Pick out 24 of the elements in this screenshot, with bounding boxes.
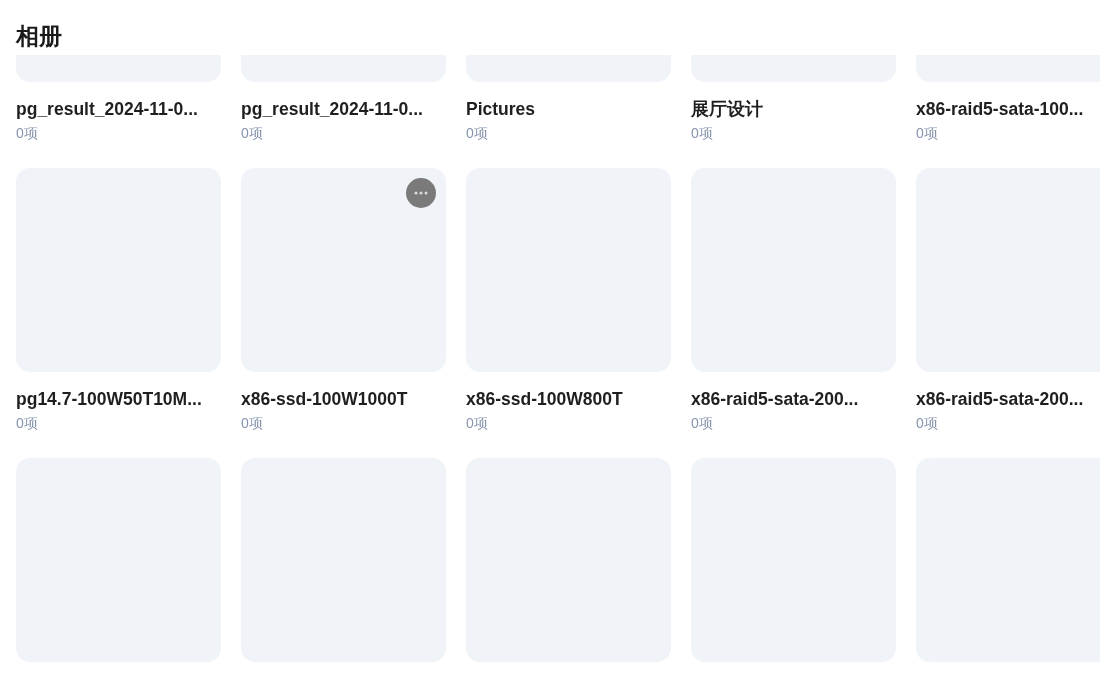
item-count: 0项 (916, 124, 938, 142)
item-count: 0项 (691, 414, 713, 432)
album-name[interactable]: x86-raid5-sata-100... (916, 98, 1084, 120)
item-count: 0项 (691, 124, 713, 142)
item-count: 0项 (916, 414, 938, 432)
item-count: 0项 (466, 124, 488, 142)
album-thumbnail[interactable] (241, 168, 446, 372)
album-name[interactable]: pg_result_2024-11-0... (241, 98, 423, 120)
page-title: 相册 (14, 22, 63, 51)
album-name[interactable]: x86-ssd-100W800T (466, 388, 623, 410)
album-name[interactable]: x86-raid5-sata-200... (916, 388, 1084, 410)
item-count: 0项 (466, 414, 488, 432)
item-count: 0项 (241, 414, 263, 432)
album-name[interactable]: 展厅设计 (691, 98, 763, 120)
album-name[interactable]: Pictures (466, 98, 536, 120)
more-icon (414, 191, 428, 195)
album-name[interactable]: pg_result_2024-11-0... (16, 98, 198, 120)
item-count: 0项 (16, 124, 38, 142)
item-count: 0项 (16, 414, 38, 432)
more-button[interactable] (406, 178, 436, 208)
item-count: 0项 (241, 124, 263, 142)
album-name[interactable]: pg14.7-100W50T10M... (16, 388, 202, 410)
album-name[interactable]: x86-raid5-sata-200... (691, 388, 859, 410)
album-name[interactable]: x86-ssd-100W1000T (241, 388, 408, 410)
